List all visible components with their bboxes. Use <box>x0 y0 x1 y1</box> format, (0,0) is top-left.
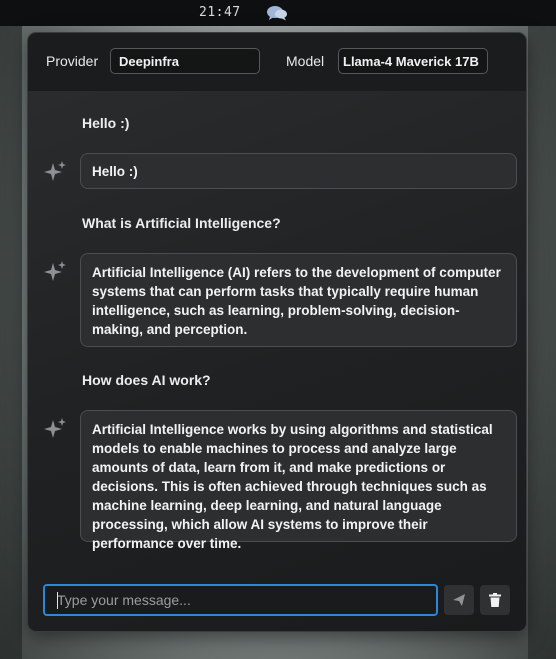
chat-window: Provider Deepinfra Model Llama-4 Maveric… <box>28 33 526 631</box>
assistant-message: Artificial Intelligence (AI) refers to t… <box>80 253 517 347</box>
user-message: What is Artificial Intelligence? <box>82 215 281 231</box>
assistant-message: Artificial Intelligence works by using a… <box>80 410 517 551</box>
provider-select[interactable]: Deepinfra <box>110 48 260 74</box>
clear-button[interactable] <box>480 585 510 615</box>
clock: 21:47 <box>199 5 241 20</box>
sparkle-icon <box>44 418 66 438</box>
send-icon <box>453 594 465 606</box>
background-tree <box>0 26 22 659</box>
sparkle-icon <box>44 261 66 281</box>
sparkle-icon <box>44 161 66 181</box>
send-button[interactable] <box>444 585 474 615</box>
trash-icon <box>489 593 501 607</box>
assistant-message: Hello :) <box>80 153 517 189</box>
message-input[interactable]: Type your message... <box>43 584 438 616</box>
model-label: Model <box>286 53 325 69</box>
background-tree <box>528 26 556 659</box>
user-message: Hello :) <box>82 115 130 131</box>
header-bar: Provider Deepinfra Model Llama-4 Maveric… <box>28 33 526 91</box>
model-select[interactable]: Llama-4 Maverick 17B <box>338 48 488 74</box>
system-topbar: 21:47 <box>0 0 556 26</box>
provider-label: Provider <box>46 53 99 69</box>
chat-bubbles-icon[interactable] <box>266 4 288 22</box>
user-message: How does AI work? <box>82 372 211 388</box>
text-caret <box>57 592 58 609</box>
